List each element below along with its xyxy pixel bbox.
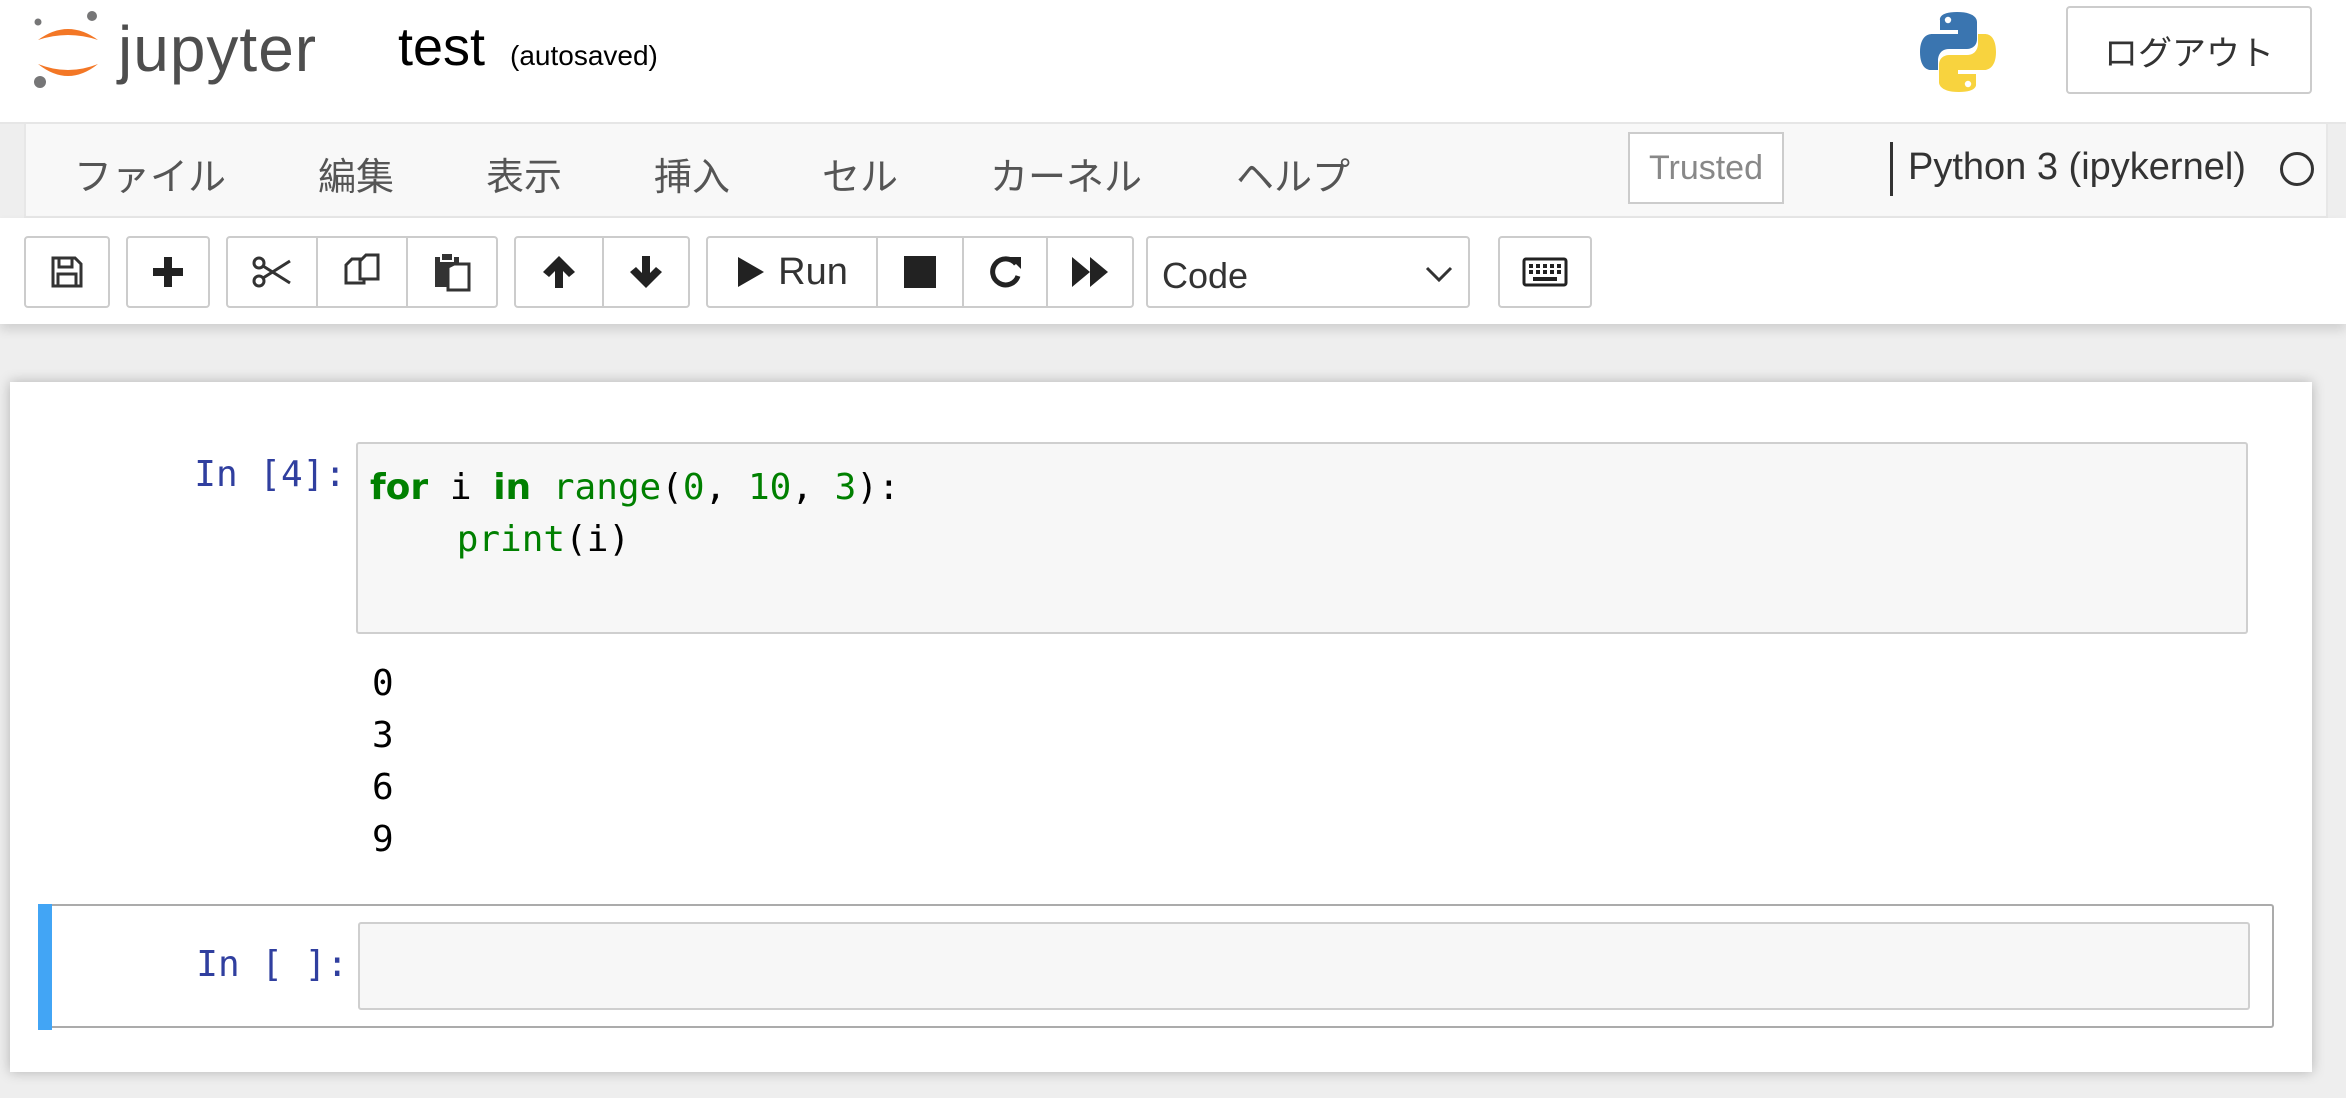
code-token: ):: [856, 467, 900, 508]
code-token: in: [493, 467, 532, 508]
code-line: print(i): [370, 514, 900, 566]
jupyter-logo-icon: [34, 11, 98, 88]
code-token: 0: [682, 467, 705, 508]
cell-output: 0 3 6 9: [372, 663, 394, 860]
paste-button[interactable]: [406, 236, 498, 308]
restart-button[interactable]: [962, 236, 1048, 308]
plus-icon: [153, 257, 183, 287]
keyboard-icon: [1522, 257, 1568, 287]
arrow-down-icon: [630, 256, 662, 288]
code-token: i: [428, 467, 494, 508]
interrupt-button[interactable]: [876, 236, 964, 308]
stop-icon: [904, 256, 936, 288]
autosave-status: (autosaved): [510, 40, 658, 71]
logo-text: jupyter: [118, 13, 318, 85]
move-up-button[interactable]: [514, 236, 604, 308]
kernel-divider: [1890, 142, 1893, 196]
menu-cell[interactable]: セル: [822, 146, 898, 201]
run-button[interactable]: Run: [706, 236, 878, 308]
copy-icon: [344, 253, 380, 285]
menubar: ファイル 編集 表示 挿入 セル カーネル ヘルプ Trusted Python…: [24, 124, 2328, 218]
restart-run-all-button[interactable]: [1046, 236, 1134, 308]
code-token: 3: [834, 467, 857, 508]
notebook-title[interactable]: test: [398, 16, 485, 78]
code-editor[interactable]: [358, 922, 2250, 1010]
notebook-container: In [4]: for i in range(0, 10, 3): print(…: [10, 382, 2312, 1072]
cell-type-select[interactable]: Code: [1146, 236, 1470, 308]
arrow-up-icon: [543, 256, 575, 288]
kernel-idle-circle-icon: [2280, 152, 2314, 186]
copy-button[interactable]: [316, 236, 408, 308]
code-text[interactable]: for i in range(0, 10, 3): print(i): [370, 462, 900, 566]
notebook-header: jupyter test (autosaved) ログアウト: [0, 0, 2346, 124]
restart-icon: [990, 256, 1021, 288]
code-token: 10: [747, 467, 792, 508]
code-token: range: [552, 467, 662, 508]
kernel-name[interactable]: Python 3 (ipykernel): [1908, 146, 2246, 189]
paste-icon: [435, 252, 471, 292]
fast-forward-icon: [1072, 257, 1108, 287]
save-icon: [51, 256, 83, 288]
code-token: ,: [704, 467, 748, 508]
run-label: Run: [778, 250, 848, 293]
move-down-button[interactable]: [602, 236, 690, 308]
menu-kernel[interactable]: カーネル: [990, 146, 1142, 201]
code-token: print: [456, 519, 566, 560]
menu-help[interactable]: ヘルプ: [1236, 146, 1350, 201]
code-cell[interactable]: In [4]: for i in range(0, 10, 3): print(…: [54, 442, 2272, 860]
code-token: (i): [565, 519, 631, 560]
menu-file[interactable]: ファイル: [74, 146, 226, 201]
cell-type-value: Code: [1162, 255, 1249, 296]
jupyter-logo[interactable]: jupyter: [30, 8, 360, 92]
toolbar: Run Code: [0, 218, 2346, 324]
play-icon: [738, 257, 765, 287]
code-token: ,: [791, 467, 835, 508]
menu-view[interactable]: 表示: [486, 146, 562, 201]
save-button[interactable]: [24, 236, 110, 308]
code-token: for: [370, 467, 429, 508]
code-editor[interactable]: for i in range(0, 10, 3): print(i): [356, 442, 2248, 634]
insert-cell-button[interactable]: [126, 236, 210, 308]
code-line: for i in range(0, 10, 3):: [370, 462, 900, 514]
chevron-down-icon: [1425, 266, 1453, 283]
menu-edit[interactable]: 編集: [318, 146, 394, 201]
scissors-icon: [252, 256, 291, 288]
python-logo-icon: [1920, 12, 1996, 92]
code-token: (: [661, 467, 683, 508]
input-prompt: In [4]:: [194, 454, 346, 495]
input-prompt: In [ ]:: [196, 944, 348, 985]
menu-insert[interactable]: 挿入: [654, 146, 730, 201]
selected-cell-indicator: [38, 904, 52, 1030]
code-cell-selected[interactable]: In [ ]:: [38, 904, 2274, 1030]
trusted-indicator[interactable]: Trusted: [1628, 132, 1784, 204]
command-palette-button[interactable]: [1498, 236, 1592, 308]
logout-button[interactable]: ログアウト: [2066, 6, 2312, 94]
cut-button[interactable]: [226, 236, 318, 308]
